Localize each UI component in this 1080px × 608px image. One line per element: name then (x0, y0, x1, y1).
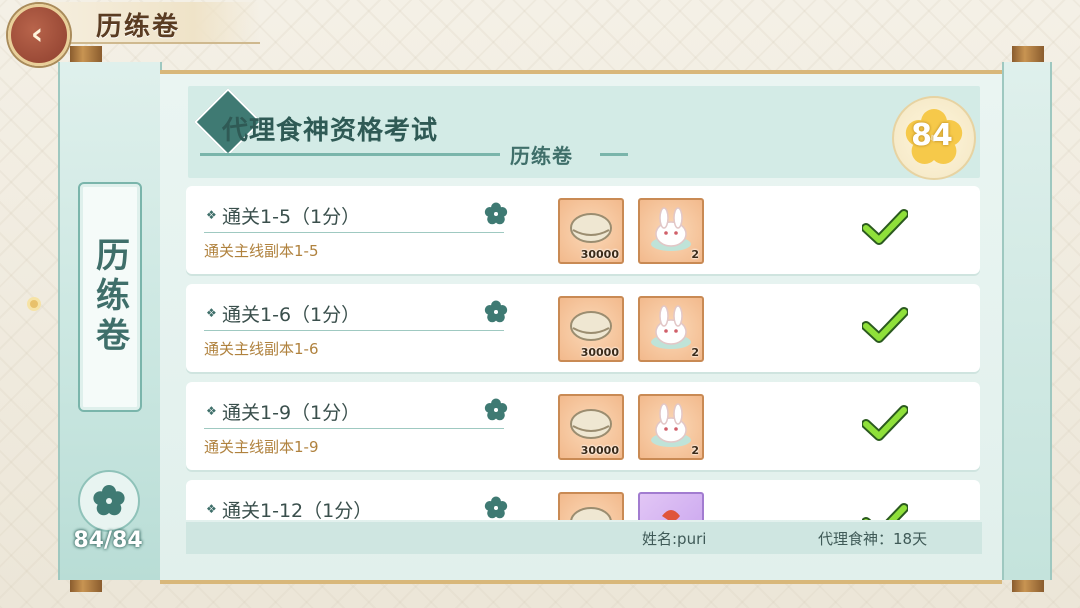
progress-count: 84/84 (73, 528, 143, 553)
reward-item[interactable]: 30000 (558, 198, 624, 264)
diamond-bullet-icon: ❖ (206, 208, 217, 222)
flower-icon (484, 398, 508, 421)
task-row: ❖ 通关1-9（1分） 通关主线副本1-9 30000 2 (186, 382, 980, 470)
flower-icon (484, 496, 508, 519)
row-divider (204, 330, 504, 331)
flower-icon (484, 300, 508, 323)
checkmark-icon (862, 307, 908, 343)
task-row: ❖ 通关1-6（1分） 通关主线副本1-6 30000 2 (186, 284, 980, 372)
reward-item[interactable]: 2 (638, 198, 704, 264)
reward-count: 2 (691, 248, 699, 261)
row-divider (204, 232, 504, 233)
reward-item[interactable]: 2 (638, 296, 704, 362)
task-desc: 通关主线副本1-6 (204, 340, 319, 358)
title-underline (200, 153, 500, 156)
task-title: 通关1-6（1分） (222, 304, 361, 326)
agent-days: 代理食神：18天 (818, 530, 928, 548)
task-desc: 通关主线副本1-5 (204, 242, 319, 260)
shell-coin-icon (570, 507, 612, 520)
diamond-bullet-icon: ❖ (206, 404, 217, 418)
task-title: 通关1-9（1分） (222, 402, 361, 424)
chevron-left-icon: ‹ (30, 17, 44, 52)
task-title: 通关1-12（1分） (222, 500, 373, 520)
left-label-box: 历练卷 (78, 182, 142, 412)
panel-subtitle: 历练卷 (510, 144, 573, 168)
flower-emblem (78, 470, 140, 532)
player-name: 姓名:puri (642, 530, 707, 548)
diamond-bullet-icon: ❖ (206, 502, 217, 516)
reward-count: 30000 (580, 444, 619, 457)
task-list[interactable]: ❖ 通关1-5（1分） 通关主线副本1-5 30000 2 ❖ 通关1-6（1分… (186, 186, 980, 520)
left-label: 历练卷 (89, 237, 130, 357)
score-value: 84 (911, 118, 953, 153)
reward-item[interactable]: 30000 (558, 296, 624, 362)
page-title: 历练卷 (96, 12, 181, 42)
task-title: 通关1-5（1分） (222, 206, 361, 228)
reward-item[interactable]: 2 (638, 394, 704, 460)
task-desc: 通关主线副本1-9 (204, 438, 319, 456)
back-button[interactable]: ‹ (8, 4, 70, 66)
reward-item[interactable]: 30000 (558, 394, 624, 460)
reward-count: 2 (691, 346, 699, 359)
panel-title: 代理食神资格考试 (222, 116, 439, 146)
reward-count: 30000 (580, 346, 619, 359)
subtitle-line (600, 153, 628, 156)
top-bar: ‹ 历练卷 (0, 0, 270, 66)
right-scroll (1002, 62, 1052, 580)
checkmark-icon (862, 209, 908, 245)
reward-item[interactable] (638, 492, 704, 520)
purple-card-icon (662, 510, 680, 520)
flower-icon (93, 485, 125, 516)
reward-count: 30000 (580, 248, 619, 261)
task-row: ❖ 通关1-12（1分） (186, 480, 980, 520)
reward-item[interactable] (558, 492, 624, 520)
task-row: ❖ 通关1-5（1分） 通关主线副本1-5 30000 2 (186, 186, 980, 274)
tassel-ornament (30, 300, 38, 308)
flower-icon (484, 202, 508, 225)
checkmark-icon (862, 503, 908, 520)
checkmark-icon (862, 405, 908, 441)
row-divider (204, 428, 504, 429)
reward-count: 2 (691, 444, 699, 457)
diamond-bullet-icon: ❖ (206, 306, 217, 320)
